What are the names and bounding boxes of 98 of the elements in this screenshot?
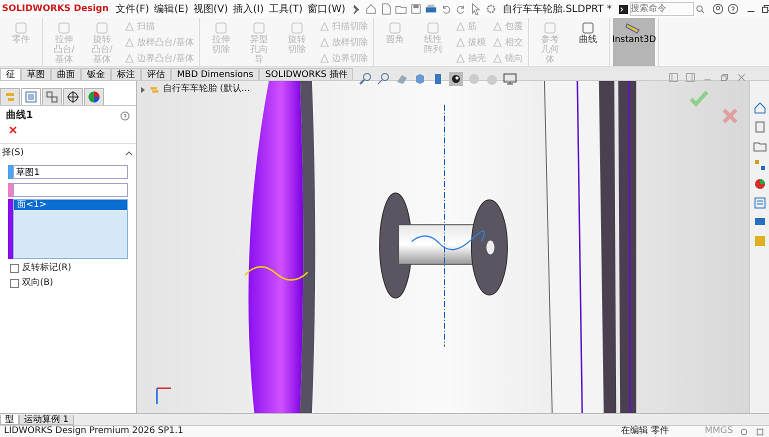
bottom-tab[interactable]: 型 xyxy=(0,414,19,424)
product-version: LIDWORKS Design Premium 2026 SP1.1 xyxy=(4,426,184,437)
help-icon[interactable] xyxy=(726,3,739,15)
tool-icon xyxy=(388,21,402,35)
tool-icon xyxy=(319,36,330,48)
unit-system[interactable]: MMGS xyxy=(704,426,733,437)
user-icon[interactable] xyxy=(712,3,724,15)
sine-curve xyxy=(244,266,308,281)
color-ball-icon[interactable] xyxy=(752,177,766,191)
command-tab[interactable]: 评估 xyxy=(141,68,171,80)
tool-icon xyxy=(14,21,28,35)
cube-icon[interactable] xyxy=(413,72,427,86)
tool-icon xyxy=(214,21,228,35)
command-tab[interactable]: 标注 xyxy=(111,68,141,80)
tool-icon xyxy=(543,21,558,35)
cursor-icon[interactable] xyxy=(470,3,482,15)
selection-field[interactable] xyxy=(13,183,128,197)
tool-icon xyxy=(124,36,135,48)
list-item[interactable]: 面<1> xyxy=(14,200,127,210)
panel-left-icon[interactable] xyxy=(668,72,679,83)
selection-field[interactable]: 草图1 xyxy=(13,165,128,179)
tool-icon xyxy=(124,52,135,64)
tool-icon xyxy=(319,52,330,64)
search-icon xyxy=(696,4,705,14)
printer-icon[interactable] xyxy=(425,3,438,15)
checkbox[interactable] xyxy=(10,279,19,288)
menu-item[interactable]: 编辑(E) xyxy=(154,4,188,14)
zoom-icon[interactable] xyxy=(359,72,373,86)
restore-icon[interactable] xyxy=(760,3,769,15)
tool-icon xyxy=(455,52,466,64)
tool-icon xyxy=(95,21,109,35)
command-tab[interactable]: 钣金 xyxy=(81,68,111,80)
tool-icon xyxy=(426,21,440,35)
axis-triad-icon xyxy=(156,387,172,405)
tool-icon xyxy=(492,36,504,48)
undo-icon[interactable] xyxy=(440,3,452,15)
document-title: 自行车车轮胎.SLDPRT * xyxy=(502,4,612,14)
checkbox-label: 双向(B) xyxy=(22,278,54,289)
tool-icon xyxy=(492,52,504,64)
panel-right-icon[interactable] xyxy=(685,72,696,83)
tool-icon xyxy=(455,20,466,32)
checkbox-label: 反转标记(R) xyxy=(22,263,72,274)
grid-icon[interactable] xyxy=(752,158,766,172)
command-tab[interactable]: 征 xyxy=(0,68,21,80)
checkbox[interactable] xyxy=(10,264,19,273)
menu-item[interactable]: 视图(V) xyxy=(193,4,228,14)
panel-tab[interactable] xyxy=(42,88,62,105)
list-icon[interactable] xyxy=(752,196,766,210)
eye-icon[interactable] xyxy=(449,72,463,86)
configuration-icon xyxy=(46,92,58,102)
tool-icon xyxy=(319,20,330,32)
app-logo: SOLIDWORKS Design xyxy=(2,4,109,14)
tool-icon xyxy=(252,21,266,35)
edit-mode: 在编辑 零件 xyxy=(620,426,669,437)
list-icon xyxy=(26,92,36,102)
tool-icon xyxy=(124,20,135,32)
panel-tab[interactable] xyxy=(63,88,83,105)
panel-title: 曲线1 xyxy=(6,110,33,121)
home-icon[interactable] xyxy=(752,101,766,115)
feature-tree-icon xyxy=(6,93,14,101)
help-icon[interactable] xyxy=(120,110,130,120)
command-tab[interactable]: 草图 xyxy=(21,68,51,80)
search-field[interactable]: 搜索命令 xyxy=(630,2,694,16)
crosshair-icon xyxy=(66,90,80,104)
tool-icon xyxy=(290,21,304,35)
menu-item[interactable]: 窗口(W) xyxy=(308,4,346,14)
menu-item[interactable]: 工具(T) xyxy=(268,4,303,14)
tree-item[interactable]: 自行车车轮胎 (默认... xyxy=(163,84,250,95)
zoom-area-icon[interactable] xyxy=(377,72,391,86)
selection-list[interactable]: 面<1> xyxy=(13,199,128,259)
menu-item[interactable]: 插入(I) xyxy=(233,4,264,14)
command-tab[interactable]: 曲面 xyxy=(51,68,81,80)
folder-icon[interactable] xyxy=(395,3,408,15)
save-icon[interactable] xyxy=(410,3,422,15)
section-heading: 择(S) xyxy=(2,148,24,159)
tool-icon xyxy=(57,21,71,35)
panel-tab[interactable] xyxy=(21,88,41,105)
menu-item[interactable]: 文件(F) xyxy=(116,4,150,14)
ribbon-button[interactable]: 曲线 xyxy=(570,18,606,66)
bottom-tab[interactable]: 运动算例 1 xyxy=(19,414,74,424)
instant3d-button[interactable]: Instant3D xyxy=(613,18,656,66)
close-icon[interactable] xyxy=(736,72,747,83)
checkmark-icon[interactable] xyxy=(689,89,709,107)
section-view-icon[interactable] xyxy=(395,72,409,86)
panel-tab[interactable] xyxy=(84,88,104,105)
color-ball-icon xyxy=(88,92,100,102)
caret-icon[interactable] xyxy=(140,86,146,94)
home-icon[interactable] xyxy=(365,3,378,15)
tool-icon xyxy=(455,36,466,48)
new-document-icon[interactable] xyxy=(380,3,392,15)
gear-icon[interactable] xyxy=(485,3,498,15)
command-tab[interactable]: MBD Dimensions xyxy=(171,68,260,80)
tool-icon xyxy=(492,20,504,32)
command-tab[interactable]: SOLIDWORKS 插件 xyxy=(259,68,354,80)
cancel-icon[interactable] xyxy=(8,125,18,135)
terminal-icon xyxy=(618,4,628,14)
monitor-icon[interactable] xyxy=(503,72,517,86)
tool-icon xyxy=(581,21,596,35)
